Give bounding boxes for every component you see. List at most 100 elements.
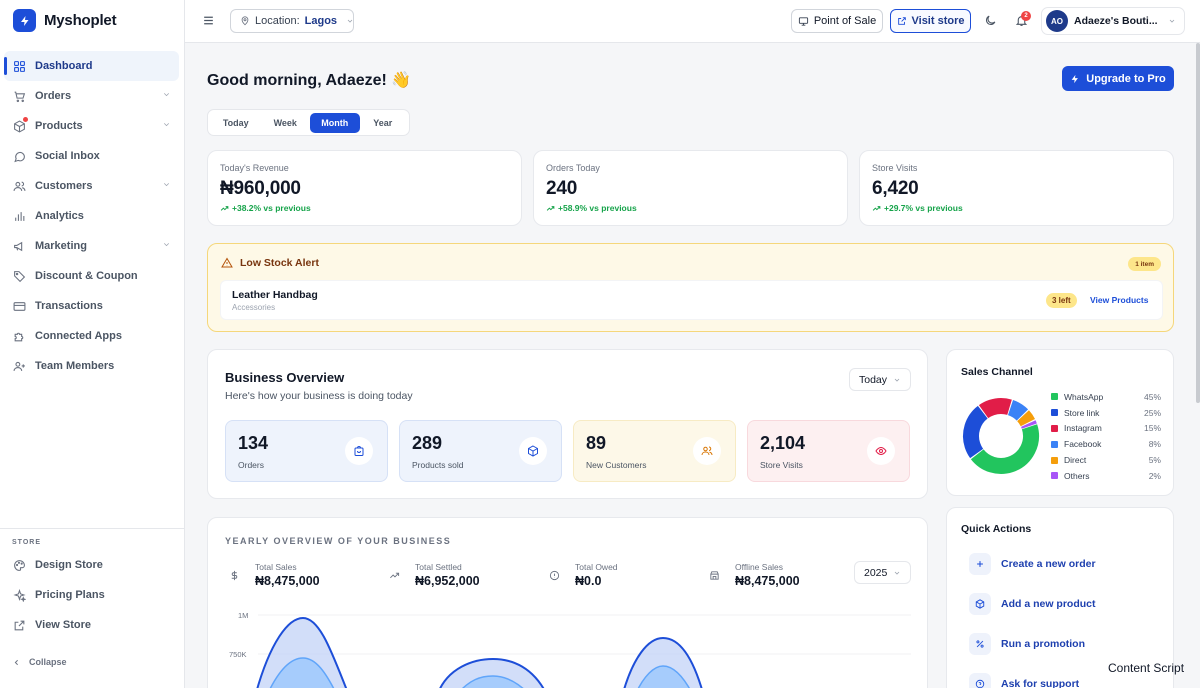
collapse-label: Collapse — [29, 657, 67, 667]
moon-icon[interactable] — [984, 14, 997, 27]
sidebar-item-label: Orders — [35, 90, 72, 102]
page-scrollbar[interactable] — [1196, 43, 1200, 403]
trend-up-icon — [872, 204, 881, 213]
eye-icon — [867, 437, 895, 465]
business-overview-card: Business Overview Here's how your busine… — [207, 349, 928, 499]
stat-value: ₦960,000 — [220, 178, 301, 199]
cart-icon — [12, 89, 26, 103]
topbar: Location: Lagos Point of Sale Visit stor… — [185, 0, 1200, 43]
avatar: AO — [1046, 10, 1068, 32]
notification-badge: 2 — [1021, 11, 1031, 21]
quick-action-label: Ask for support — [1001, 678, 1080, 688]
sidebar-item-analytics[interactable]: Analytics — [4, 201, 179, 231]
external-link-icon — [897, 16, 907, 26]
period-tabs: Today Week Month Year — [207, 109, 410, 136]
chevron-down-icon — [1168, 17, 1176, 25]
card-label: New Customers — [586, 460, 647, 470]
card-label: Store Visits — [760, 460, 803, 470]
tab-month[interactable]: Month — [310, 112, 360, 133]
sidebar-item-label: Social Inbox — [35, 150, 100, 162]
sidebar-item-products[interactable]: Products — [4, 111, 179, 141]
item-category: Accessories — [232, 303, 276, 312]
menu-icon[interactable] — [202, 14, 215, 27]
card-label: Products sold — [412, 460, 464, 470]
quick-action-label: Create a new order — [1001, 558, 1096, 570]
sidebar-item-orders[interactable]: Orders — [4, 81, 179, 111]
upgrade-button[interactable]: Upgrade to Pro — [1062, 66, 1174, 91]
stat-label: Store Visits — [872, 163, 918, 173]
sales-channel-donut — [963, 398, 1039, 474]
sidebar-item-connected-apps[interactable]: Connected Apps — [4, 321, 179, 351]
sidebar-item-team-members[interactable]: Team Members — [4, 351, 179, 381]
chevron-down-icon — [346, 17, 354, 25]
stat-card-revenue: Today's Revenue ₦960,000 +38.2% vs previ… — [207, 150, 522, 226]
overview-card-orders[interactable]: 134 Orders — [225, 420, 388, 482]
collapse-button[interactable]: Collapse — [12, 657, 67, 667]
brand[interactable]: Myshoplet — [13, 9, 117, 32]
sidebar-item-pricing-plans[interactable]: Pricing Plans — [4, 580, 184, 610]
legend-item: WhatsApp 45% — [1051, 389, 1161, 405]
card-value: 134 — [238, 433, 269, 453]
box-icon — [12, 117, 28, 133]
alert-title: Low Stock Alert — [221, 257, 319, 269]
sales-channel-title: Sales Channel — [961, 366, 1033, 378]
overview-period-select[interactable]: Today — [849, 368, 911, 391]
overview-card-store-visits[interactable]: 2,104 Store Visits — [747, 420, 910, 482]
location-value: Lagos — [304, 15, 338, 27]
account-menu[interactable]: AO Adaeze's Bouti... — [1041, 7, 1185, 35]
stat-card-orders: Orders Today 240 +58.9% vs previous — [533, 150, 848, 226]
view-products-link[interactable]: View Products — [1090, 295, 1148, 305]
chevron-down-icon — [162, 90, 171, 99]
account-name: Adaeze's Bouti... — [1074, 15, 1158, 27]
store-section-label: STORE — [12, 539, 41, 546]
quick-action-ask-support[interactable]: Ask for support — [969, 673, 1079, 688]
greeting: Good morning, Adaeze! 👋 — [207, 72, 412, 89]
sidebar: Myshoplet Dashboard Orders Products Soci… — [0, 0, 185, 688]
tab-week[interactable]: Week — [261, 113, 311, 133]
monitor-icon — [798, 16, 809, 27]
sidebar-item-label: Transactions — [35, 300, 103, 312]
tab-year[interactable]: Year — [360, 113, 407, 133]
trend-up-icon — [546, 204, 555, 213]
percent-icon — [969, 633, 991, 655]
sidebar-item-dashboard[interactable]: Dashboard — [4, 51, 179, 81]
tag-icon — [12, 269, 26, 283]
sidebar-item-label: Team Members — [35, 360, 115, 372]
bar-chart-icon — [12, 209, 26, 223]
sidebar-item-design-store[interactable]: Design Store — [4, 550, 184, 580]
quick-actions-title: Quick Actions — [961, 523, 1032, 535]
quick-action-run-promotion[interactable]: Run a promotion — [969, 633, 1085, 655]
users-icon — [12, 179, 26, 193]
sidebar-item-customers[interactable]: Customers — [4, 171, 179, 201]
overview-card-new-customers[interactable]: 89 New Customers — [573, 420, 736, 482]
notification-dot — [23, 117, 28, 122]
legend-item: Direct 5% — [1051, 452, 1161, 468]
legend-item: Others 2% — [1051, 468, 1161, 484]
sidebar-item-transactions[interactable]: Transactions — [4, 291, 179, 321]
overview-card-products-sold[interactable]: 289 Products sold — [399, 420, 562, 482]
sidebar-item-label: Analytics — [35, 210, 84, 222]
low-stock-item: Leather Handbag Accessories 3 left View … — [220, 280, 1163, 320]
tab-today[interactable]: Today — [211, 113, 261, 133]
point-of-sale-button[interactable]: Point of Sale — [791, 9, 883, 33]
sidebar-item-view-store[interactable]: View Store — [4, 610, 184, 640]
pos-label: Point of Sale — [813, 15, 877, 27]
sidebar-item-discount-coupon[interactable]: Discount & Coupon — [4, 261, 179, 291]
quick-action-create-order[interactable]: Create a new order — [969, 553, 1096, 575]
quick-action-add-product[interactable]: Add a new product — [969, 593, 1096, 615]
legend-swatch — [1051, 393, 1058, 401]
chevron-down-icon — [162, 180, 171, 189]
warning-icon — [221, 257, 233, 269]
legend-item: Instagram 15% — [1051, 421, 1161, 437]
stat-change: +29.7% vs previous — [872, 203, 963, 213]
upgrade-label: Upgrade to Pro — [1086, 72, 1166, 85]
location-selector[interactable]: Location: Lagos — [230, 9, 354, 33]
yearly-overview-card: YEARLY OVERVIEW OF YOUR BUSINESS Total S… — [207, 517, 928, 688]
sidebar-item-social-inbox[interactable]: Social Inbox — [4, 141, 179, 171]
overview-subtitle: Here's how your business is doing today — [225, 390, 413, 402]
sidebar-item-marketing[interactable]: Marketing — [4, 231, 179, 261]
quick-action-label: Run a promotion — [1001, 638, 1085, 650]
visit-store-button[interactable]: Visit store — [890, 9, 971, 33]
sidebar-item-label: Products — [35, 120, 83, 132]
yearly-area-chart — [256, 614, 911, 688]
